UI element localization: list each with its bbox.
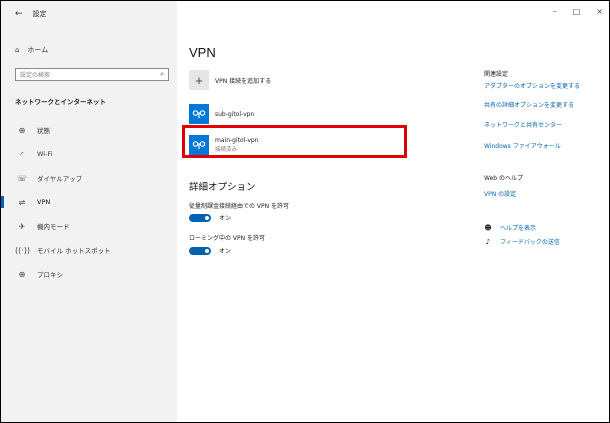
- wifi-icon: ◜: [20, 149, 24, 159]
- roaming-vpn-toggle[interactable]: [189, 246, 211, 255]
- back-arrow-icon[interactable]: ←: [15, 9, 23, 19]
- sidebar-item-home[interactable]: ⌂ ホーム: [15, 45, 48, 55]
- sidebar-nav: ⊕ 状態 ◜ Wi-Fi ☏ ダイヤルアップ ⇌ VPN ✈ 機内モード ((·…: [1, 118, 177, 286]
- add-vpn-label: VPN 接続を追加する: [215, 77, 272, 85]
- sidebar-item-label: プロキシ: [37, 271, 63, 279]
- sidebar-item-proxy[interactable]: ⊕ プロキシ: [1, 262, 177, 286]
- window-controls: – □ ×: [553, 7, 603, 16]
- minimize-button[interactable]: –: [553, 7, 557, 16]
- link-sharing-options[interactable]: 共有の詳細オプションを変更する: [484, 100, 574, 109]
- link-adapter-options[interactable]: アダプターのオプションを変更する: [484, 81, 580, 90]
- help-icon: ☻: [484, 223, 492, 232]
- search-icon[interactable]: ⌕: [160, 70, 164, 79]
- sidebar-item-wifi[interactable]: ◜ Wi-Fi: [1, 142, 177, 166]
- sidebar-item-label: Wi-Fi: [37, 150, 53, 158]
- related-settings-title: 関連設定: [484, 71, 509, 78]
- help-label: ヘルプを表示: [500, 225, 537, 232]
- feedback-label: フィードバックの送信: [500, 239, 560, 246]
- link-vpn-settings[interactable]: VPN の設定: [484, 189, 516, 198]
- page-title: VPN: [189, 45, 216, 60]
- feedback-icon: ♪: [485, 237, 491, 246]
- link-windows-firewall[interactable]: Windows ファイアウォール: [484, 141, 561, 150]
- sidebar-item-dialup[interactable]: ☏ ダイヤルアップ: [1, 166, 177, 190]
- airplane-icon: ✈: [18, 221, 26, 231]
- search-placeholder: 設定の検索: [20, 72, 51, 79]
- metered-vpn-toggle[interactable]: [189, 213, 211, 222]
- main-content: – □ × VPN + VPN 接続を追加する sub-gitol-vpn ma…: [177, 1, 609, 422]
- sidebar-section-title: ネットワークとインターネット: [15, 98, 106, 106]
- vpn-connection-icon: [189, 104, 209, 124]
- feedback-link[interactable]: ♪ フィードバックの送信: [484, 237, 560, 247]
- link-network-center[interactable]: ネットワークと共有センター: [484, 120, 562, 129]
- vpn-connection-name: sub-gitol-vpn: [215, 110, 255, 118]
- roaming-vpn-toggle-row: オン: [189, 246, 231, 255]
- close-button[interactable]: ×: [596, 7, 603, 16]
- search-input[interactable]: 設定の検索 ⌕: [15, 68, 169, 81]
- sidebar-item-status[interactable]: ⊕ 状態: [1, 118, 177, 142]
- dialup-icon: ☏: [16, 173, 27, 183]
- sidebar-item-label: 機内モード: [37, 223, 70, 231]
- sidebar-item-hotspot[interactable]: ((·)) モバイル ホットスポット: [1, 238, 177, 262]
- maximize-button[interactable]: □: [573, 7, 581, 16]
- home-label: ホーム: [27, 46, 49, 54]
- toggle-state-label: オン: [219, 248, 232, 255]
- metered-vpn-label: 従量制課金接続経由での VPN を許可: [189, 203, 290, 210]
- window-title: 設定: [32, 10, 47, 18]
- sidebar-item-label: 状態: [37, 127, 50, 135]
- vpn-connection-item[interactable]: sub-gitol-vpn: [189, 104, 254, 124]
- sidebar-item-label: VPN: [37, 198, 51, 206]
- advanced-options-title: 詳細オプション: [189, 182, 256, 193]
- settings-window: ← 設定 ⌂ ホーム 設定の検索 ⌕ ネットワークとインターネット ⊕ 状態 ◜…: [0, 0, 610, 423]
- globe-icon: ⊕: [18, 269, 26, 279]
- help-link[interactable]: ☻ ヘルプを表示: [484, 223, 537, 233]
- status-icon: ⊕: [18, 125, 26, 135]
- toggle-state-label: オン: [219, 215, 232, 222]
- highlight-box: [182, 125, 407, 158]
- hotspot-icon: ((·)): [15, 245, 31, 255]
- metered-vpn-toggle-row: オン: [189, 213, 231, 222]
- add-vpn-button[interactable]: + VPN 接続を追加する: [189, 70, 271, 90]
- sidebar-item-label: モバイル ホットスポット: [37, 247, 111, 255]
- web-help-title: Web のヘルプ: [484, 175, 523, 182]
- home-icon: ⌂: [15, 46, 20, 54]
- sidebar-item-airplane[interactable]: ✈ 機内モード: [1, 214, 177, 238]
- sidebar-item-vpn[interactable]: ⇌ VPN: [1, 190, 177, 214]
- plus-icon: +: [189, 70, 209, 90]
- sidebar-item-label: ダイヤルアップ: [37, 175, 83, 183]
- title-bar: ← 設定: [15, 5, 47, 23]
- sidebar: ← 設定 ⌂ ホーム 設定の検索 ⌕ ネットワークとインターネット ⊕ 状態 ◜…: [1, 1, 177, 422]
- vpn-icon: ⇌: [18, 197, 26, 207]
- roaming-vpn-label: ローミング中の VPN を許可: [189, 235, 266, 242]
